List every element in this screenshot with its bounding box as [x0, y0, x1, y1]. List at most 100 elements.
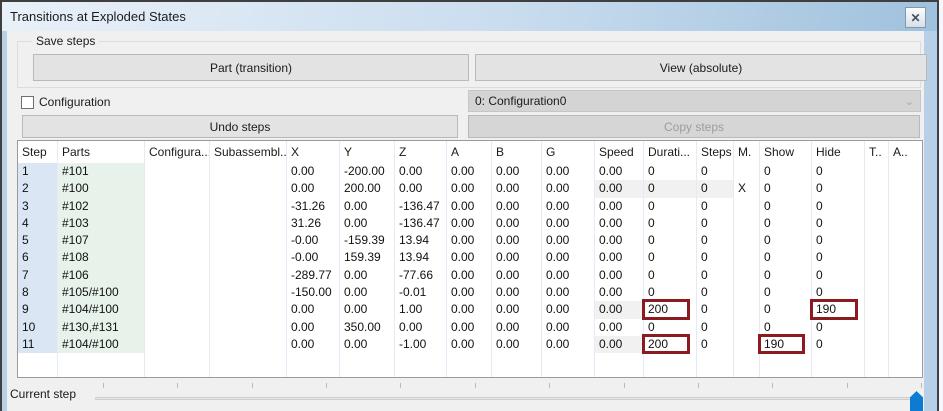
table-cell[interactable]: 0 — [760, 232, 811, 249]
table-cell[interactable] — [889, 267, 922, 284]
current-step-slider-thumb[interactable] — [910, 391, 923, 411]
table-cell[interactable] — [889, 180, 922, 197]
table-cell[interactable] — [889, 336, 922, 353]
table-cell[interactable] — [734, 267, 759, 284]
table-cell[interactable] — [865, 319, 888, 336]
table-cell[interactable]: 0.00 — [542, 284, 594, 301]
table-cell[interactable] — [145, 232, 209, 249]
table-cell[interactable]: 0.00 — [542, 267, 594, 284]
table-cell[interactable]: 0 — [697, 163, 733, 180]
table-cell[interactable]: 1 — [18, 163, 57, 180]
table-cell[interactable]: 0 — [644, 232, 696, 249]
column-header[interactable]: G — [542, 141, 594, 163]
table-cell[interactable] — [734, 319, 759, 336]
table-cell[interactable]: 0.00 — [542, 215, 594, 232]
table-cell[interactable]: 0 — [760, 180, 811, 197]
table-cell[interactable] — [734, 163, 759, 180]
column-header[interactable]: X — [287, 141, 339, 163]
table-cell[interactable]: 0.00 — [447, 336, 491, 353]
table-cell[interactable] — [145, 301, 209, 318]
table-cell[interactable]: 0 — [812, 319, 864, 336]
table-cell[interactable]: 0 — [812, 249, 864, 266]
table-cell[interactable]: 0 — [644, 180, 696, 197]
table-cell[interactable]: 0.00 — [447, 215, 491, 232]
table-cell[interactable] — [865, 180, 888, 197]
table-cell[interactable]: 0.00 — [340, 284, 394, 301]
table-cell[interactable] — [210, 215, 286, 232]
column-header[interactable]: Y — [340, 141, 394, 163]
table-cell[interactable]: 1.00 — [395, 301, 446, 318]
table-cell[interactable]: 0 — [760, 301, 811, 318]
table-cell[interactable] — [210, 163, 286, 180]
table-cell[interactable]: #100 — [58, 180, 144, 197]
table-cell[interactable] — [865, 249, 888, 266]
table-cell[interactable]: 0 — [644, 215, 696, 232]
table-cell[interactable] — [210, 180, 286, 197]
table-cell[interactable]: 0.00 — [595, 267, 643, 284]
table-cell[interactable] — [145, 267, 209, 284]
table-cell[interactable]: #107 — [58, 232, 144, 249]
table-cell[interactable]: 0 — [812, 180, 864, 197]
table-cell[interactable]: -289.77 — [287, 267, 339, 284]
table-cell[interactable]: 0 — [760, 284, 811, 301]
table-cell[interactable]: 0.00 — [447, 249, 491, 266]
table-cell[interactable] — [865, 336, 888, 353]
table-cell[interactable]: 0 — [812, 215, 864, 232]
table-cell[interactable] — [734, 336, 759, 353]
table-cell[interactable]: 0 — [760, 319, 811, 336]
column-header[interactable]: Step — [18, 141, 57, 163]
table-cell[interactable] — [145, 180, 209, 197]
table-cell[interactable]: 0 — [697, 232, 733, 249]
table-cell[interactable]: -0.00 — [287, 249, 339, 266]
table-cell[interactable]: 0.00 — [287, 336, 339, 353]
table-cell[interactable] — [865, 198, 888, 215]
table-cell[interactable]: 0.00 — [340, 301, 394, 318]
table-cell[interactable] — [889, 232, 922, 249]
table-cell[interactable]: 4 — [18, 215, 57, 232]
table-cell[interactable] — [865, 284, 888, 301]
table-cell[interactable] — [734, 215, 759, 232]
table-cell[interactable] — [734, 198, 759, 215]
table-cell[interactable] — [865, 215, 888, 232]
table-cell[interactable]: 0 — [812, 232, 864, 249]
table-cell[interactable]: 0 — [760, 163, 811, 180]
table-cell[interactable]: -77.66 — [395, 267, 446, 284]
column-header[interactable]: Parts — [58, 141, 144, 163]
table-cell[interactable]: 0.00 — [542, 232, 594, 249]
table-cell[interactable] — [145, 319, 209, 336]
table-cell[interactable] — [145, 198, 209, 215]
table-cell[interactable]: 7 — [18, 267, 57, 284]
table-cell[interactable]: 0.00 — [492, 319, 541, 336]
table-cell[interactable]: 0.00 — [447, 163, 491, 180]
table-cell[interactable]: 0.00 — [447, 198, 491, 215]
table-cell[interactable]: 0.00 — [492, 336, 541, 353]
table-cell[interactable]: 0.00 — [395, 319, 446, 336]
table-cell[interactable]: 0.00 — [492, 301, 541, 318]
table-cell[interactable]: 9 — [18, 301, 57, 318]
table-cell[interactable]: -200.00 — [340, 163, 394, 180]
table-cell[interactable]: 2 — [18, 180, 57, 197]
table-cell[interactable]: 0.00 — [542, 198, 594, 215]
table-cell[interactable] — [865, 163, 888, 180]
table-cell[interactable]: 0.00 — [447, 284, 491, 301]
table-cell[interactable]: 0 — [644, 249, 696, 266]
table-cell[interactable]: 11 — [18, 336, 57, 353]
table-cell[interactable]: 8 — [18, 284, 57, 301]
current-step-slider-track[interactable] — [95, 397, 920, 400]
column-header[interactable]: A — [447, 141, 491, 163]
table-cell[interactable]: 350.00 — [340, 319, 394, 336]
table-cell[interactable]: 0.00 — [287, 301, 339, 318]
undo-steps-button[interactable]: Undo steps — [22, 115, 458, 138]
table-cell[interactable]: 6 — [18, 249, 57, 266]
table-cell[interactable] — [865, 267, 888, 284]
table-cell[interactable]: 0.00 — [340, 198, 394, 215]
table-cell[interactable] — [889, 163, 922, 180]
table-cell[interactable]: 0.00 — [492, 180, 541, 197]
table-cell[interactable]: 0.00 — [595, 284, 643, 301]
column-header[interactable]: B — [492, 141, 541, 163]
steps-table[interactable]: Step1234567891011Parts#101#100#102#103#1… — [17, 140, 923, 378]
table-cell[interactable] — [865, 301, 888, 318]
table-cell[interactable]: 5 — [18, 232, 57, 249]
table-cell[interactable]: 0 — [760, 249, 811, 266]
table-cell[interactable]: #130,#131 — [58, 319, 144, 336]
